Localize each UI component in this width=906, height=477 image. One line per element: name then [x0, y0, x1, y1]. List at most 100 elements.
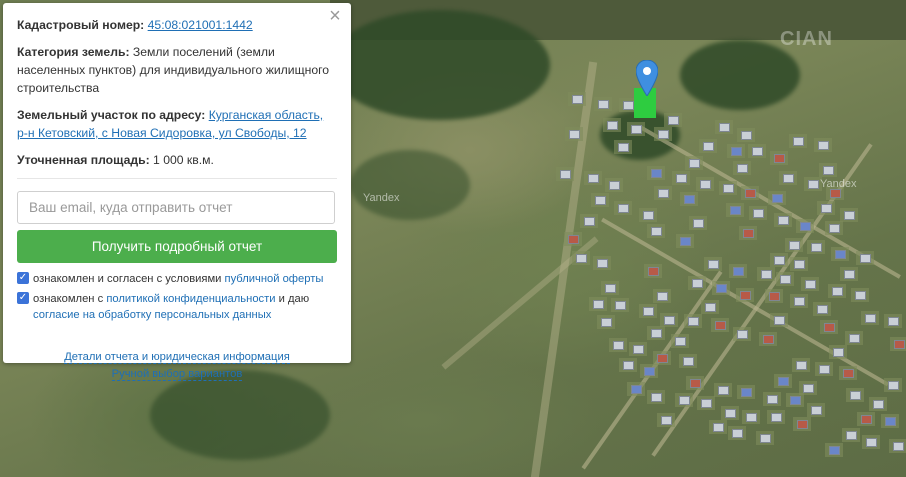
- map-house: [779, 274, 791, 284]
- map-house: [732, 266, 744, 276]
- map-house: [650, 328, 662, 338]
- map-house: [609, 181, 621, 191]
- map-house: [705, 303, 717, 313]
- checkbox-checked-icon[interactable]: ✓: [17, 272, 29, 284]
- map-house: [689, 158, 701, 168]
- close-icon[interactable]: ×: [327, 6, 343, 26]
- map-house: [843, 369, 855, 379]
- map-house: [873, 399, 885, 409]
- map-house: [663, 315, 675, 325]
- map-house: [682, 357, 694, 367]
- map-house: [714, 321, 726, 331]
- map-house: [593, 299, 605, 309]
- public-offer-link[interactable]: публичной оферты: [225, 273, 324, 285]
- map-house: [572, 95, 584, 105]
- map-house: [700, 399, 712, 409]
- offer-agreement-label: ознакомлен и согласен с условиями: [33, 273, 222, 285]
- map-house: [745, 188, 757, 198]
- checkbox-checked-icon[interactable]: ✓: [17, 292, 29, 304]
- footer-links: Детали отчета и юридическая информация Р…: [17, 349, 337, 383]
- map-pin-icon[interactable]: [636, 60, 658, 96]
- cadastral-number-row: Кадастровый номер: 45:08:021001:1442: [17, 16, 337, 34]
- map-house: [658, 189, 670, 199]
- map-house: [615, 301, 627, 311]
- map-house: [795, 361, 807, 371]
- map-house: [560, 170, 572, 180]
- area-row: Уточненная площадь: 1 000 кв.м.: [17, 151, 337, 169]
- map-house: [568, 234, 580, 244]
- map-house: [803, 383, 815, 393]
- personal-data-consent-link[interactable]: согласие на обработку персональных данны…: [33, 309, 271, 321]
- privacy-agreement-label-a: ознакомлен с: [33, 293, 104, 305]
- report-details-link[interactable]: Детали отчета и юридическая информация: [64, 351, 290, 364]
- map-house: [658, 129, 670, 139]
- offer-agreement-checkbox[interactable]: ✓ ознакомлен и согласен с условиями публ…: [17, 271, 337, 287]
- map-house: [850, 390, 862, 400]
- map-house: [622, 361, 634, 371]
- map-house: [818, 365, 830, 375]
- map-house: [716, 283, 728, 293]
- map-house: [601, 317, 613, 327]
- area-label: Уточненная площадь:: [17, 153, 150, 167]
- map-house: [687, 316, 699, 326]
- map-house: [724, 408, 736, 418]
- map-house: [612, 340, 624, 350]
- map-house: [723, 183, 735, 193]
- get-report-button[interactable]: Получить подробный отчет: [17, 230, 337, 263]
- map-house: [643, 366, 655, 376]
- map-house: [660, 415, 672, 425]
- map-watermark: Yandex: [363, 192, 400, 204]
- map-house: [766, 395, 778, 405]
- map-house: [774, 316, 786, 326]
- map-house: [657, 291, 669, 301]
- map-house: [595, 196, 607, 206]
- map-house: [730, 205, 742, 215]
- privacy-policy-link[interactable]: политикой конфиденциальности: [106, 293, 275, 305]
- map-house: [605, 283, 617, 293]
- map-house: [887, 380, 899, 390]
- map-house: [700, 179, 712, 189]
- map-house: [866, 437, 878, 447]
- map-house: [804, 279, 816, 289]
- offer-agreement-text: ознакомлен и согласен с условиями публич…: [33, 271, 323, 287]
- map-house: [817, 305, 829, 315]
- map-house: [630, 124, 642, 134]
- map-house: [736, 164, 748, 174]
- map-house: [596, 258, 608, 268]
- map-house: [746, 412, 758, 422]
- map-house: [702, 141, 714, 151]
- map-house: [568, 129, 580, 139]
- privacy-agreement-text: ознакомлен с политикой конфиденциальност…: [33, 291, 337, 323]
- map-house: [618, 143, 630, 153]
- map-forest: [150, 370, 330, 460]
- privacy-agreement-label-b: и даю: [278, 293, 310, 305]
- map-house: [712, 422, 724, 432]
- map-house: [656, 354, 668, 364]
- map-house: [693, 218, 705, 228]
- map-house: [843, 269, 855, 279]
- map-house: [642, 307, 654, 317]
- map-house: [792, 137, 804, 147]
- cadastral-number-link[interactable]: 45:08:021001:1442: [148, 18, 253, 32]
- map-house: [631, 384, 643, 394]
- area-value: 1 000 кв.м.: [153, 153, 214, 167]
- map-house: [796, 419, 808, 429]
- manual-selection-link[interactable]: Ручной выбор вариантов: [111, 368, 243, 381]
- privacy-agreement-checkbox[interactable]: ✓ ознакомлен с политикой конфиденциально…: [17, 291, 337, 323]
- map-house: [770, 413, 782, 423]
- map-house: [817, 141, 829, 151]
- map-house: [741, 130, 753, 140]
- map-house: [679, 236, 691, 246]
- map-house: [778, 216, 790, 226]
- map-house: [893, 442, 905, 452]
- map-house: [860, 415, 872, 425]
- map-house: [843, 210, 855, 220]
- map-house: [651, 227, 663, 237]
- map-house: [808, 179, 820, 189]
- cadastral-number-label: Кадастровый номер:: [17, 18, 145, 32]
- map-forest: [330, 10, 550, 120]
- map-house: [811, 406, 823, 416]
- email-input[interactable]: [17, 191, 335, 224]
- map-house: [762, 334, 774, 344]
- map-house: [650, 392, 662, 402]
